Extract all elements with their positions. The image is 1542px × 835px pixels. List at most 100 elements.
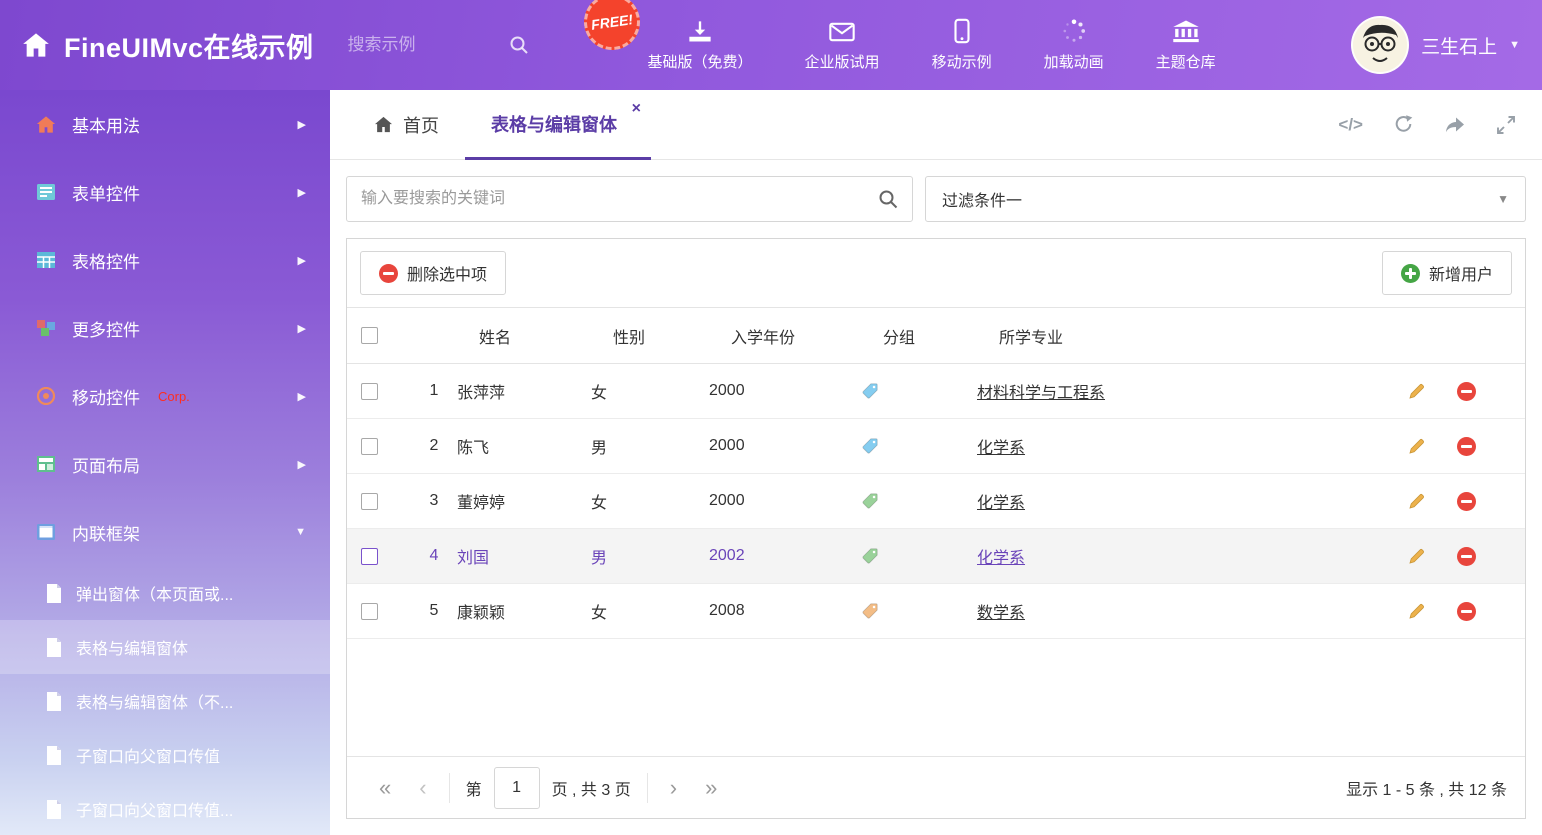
cell-name: 康颖颖 xyxy=(457,599,591,623)
nav-label: 加载动画 xyxy=(1044,51,1104,72)
delete-row-icon[interactable] xyxy=(1457,492,1511,511)
last-page-button[interactable]: » xyxy=(691,775,731,801)
delete-selected-button[interactable]: 删除选中项 xyxy=(360,251,506,295)
header-major: 所学专业 xyxy=(977,324,1407,348)
delete-row-icon[interactable] xyxy=(1457,437,1511,456)
nav-basic-free[interactable]: FREE! 基础版（免费） xyxy=(648,20,753,72)
keyword-search-input[interactable] xyxy=(346,176,913,222)
search-icon[interactable] xyxy=(877,188,899,210)
edit-pencil-icon[interactable] xyxy=(1407,601,1457,621)
prev-page-button[interactable]: ‹ xyxy=(405,775,440,801)
code-view-icon[interactable]: </> xyxy=(1338,115,1363,135)
free-badge[interactable]: FREE! xyxy=(580,0,643,54)
table-icon xyxy=(36,251,56,269)
sidebar-subitem-child-to-parent-2[interactable]: 子窗口向父窗口传值... xyxy=(0,782,330,835)
sidebar-subitem-child-to-parent[interactable]: 子窗口向父窗口传值 xyxy=(0,728,330,782)
edit-pencil-icon[interactable] xyxy=(1407,381,1457,401)
tab-label: 首页 xyxy=(403,112,439,138)
sidebar-subitem-label: 弹出窗体（本页面或... xyxy=(76,581,233,605)
nav-loading-animation[interactable]: 加载动画 xyxy=(1044,18,1104,72)
pagination-bar: « ‹ 第 页 , 共 3 页 › » 显示 1 - 5 条 , 共 12 条 xyxy=(347,756,1525,818)
add-user-button[interactable]: 新增用户 xyxy=(1382,251,1512,295)
sidebar-item-more-controls[interactable]: 更多控件 ▶ xyxy=(0,294,330,362)
first-page-button[interactable]: « xyxy=(365,775,405,801)
delete-row-icon[interactable] xyxy=(1457,602,1511,621)
nav-label: 主题仓库 xyxy=(1156,51,1216,72)
header-search-input[interactable] xyxy=(348,35,508,55)
cell-name: 陈飞 xyxy=(457,434,591,458)
add-button-label: 新增用户 xyxy=(1429,261,1493,285)
row-checkbox[interactable] xyxy=(361,548,378,565)
row-checkbox[interactable] xyxy=(361,438,378,455)
cell-gender: 男 xyxy=(591,544,709,568)
major-link[interactable]: 数学系 xyxy=(977,605,1025,622)
divider xyxy=(449,773,450,803)
row-checkbox[interactable] xyxy=(361,603,378,620)
sidebar-item-label: 内联框架 xyxy=(72,520,140,545)
share-forward-icon[interactable] xyxy=(1444,115,1466,135)
sidebar-item-iframe[interactable]: 内联框架 ▼ xyxy=(0,498,330,566)
sidebar-item-grid-controls[interactable]: 表格控件 ▶ xyxy=(0,226,330,294)
user-menu[interactable]: 三生石上 ▼ xyxy=(1351,16,1520,74)
edit-pencil-icon[interactable] xyxy=(1407,491,1457,511)
header-search xyxy=(348,34,553,56)
header-gender: 性别 xyxy=(591,324,709,348)
delete-row-icon[interactable] xyxy=(1457,382,1511,401)
filter-select[interactable]: 过滤条件一 ▼ xyxy=(925,176,1526,222)
brand[interactable]: FineUIMvc在线示例 xyxy=(22,26,314,65)
edit-pencil-icon[interactable] xyxy=(1407,546,1457,566)
delete-row-icon[interactable] xyxy=(1457,547,1511,566)
tab-grid-edit-window[interactable]: 表格与编辑窗体 × xyxy=(465,90,651,160)
chevron-right-icon: ▶ xyxy=(298,458,306,471)
cell-year: 2002 xyxy=(709,547,861,565)
refresh-icon[interactable] xyxy=(1393,114,1414,135)
sidebar-item-basic-usage[interactable]: 基本用法 ▶ xyxy=(0,90,330,158)
envelope-icon xyxy=(828,20,856,44)
app-title: FineUIMvc在线示例 xyxy=(64,26,314,65)
header-year: 入学年份 xyxy=(709,324,861,348)
nav-theme-repo[interactable]: 主题仓库 xyxy=(1156,20,1216,72)
mobile-icon xyxy=(953,18,971,44)
close-icon[interactable]: × xyxy=(632,100,641,118)
table-row-selected: 4 刘国 男 2002 化学系 xyxy=(347,529,1525,584)
fullscreen-icon[interactable] xyxy=(1496,115,1516,135)
sidebar-subitem-popup-window[interactable]: 弹出窗体（本页面或... xyxy=(0,566,330,620)
avatar[interactable] xyxy=(1351,16,1409,74)
major-link[interactable]: 化学系 xyxy=(977,495,1025,512)
sidebar-item-mobile-controls[interactable]: 移动控件 Corp. ▶ xyxy=(0,362,330,430)
tab-label: 表格与编辑窗体 xyxy=(491,111,617,137)
sidebar-subitem-grid-edit-window[interactable]: 表格与编辑窗体 xyxy=(0,620,330,674)
major-link[interactable]: 化学系 xyxy=(977,440,1025,457)
tab-actions: </> xyxy=(1312,90,1542,159)
nav-enterprise-trial[interactable]: 企业版试用 xyxy=(805,20,880,72)
row-checkbox[interactable] xyxy=(361,383,378,400)
row-index: 1 xyxy=(411,382,457,400)
bank-icon xyxy=(1172,20,1200,44)
search-icon[interactable] xyxy=(508,34,530,56)
nav-mobile-demo[interactable]: 移动示例 xyxy=(932,18,992,72)
sidebar-item-page-layout[interactable]: 页面布局 ▶ xyxy=(0,430,330,498)
delete-button-label: 删除选中项 xyxy=(407,261,487,285)
row-checkbox[interactable] xyxy=(361,493,378,510)
home-icon xyxy=(374,116,393,133)
table-header-row: 姓名 性别 入学年份 分组 所学专业 xyxy=(347,307,1525,364)
sidebar-item-label: 页面布局 xyxy=(72,452,140,477)
file-icon xyxy=(46,800,62,819)
edit-pencil-icon[interactable] xyxy=(1407,436,1457,456)
major-link[interactable]: 材料科学与工程系 xyxy=(977,385,1105,402)
sidebar-item-form-controls[interactable]: 表单控件 ▶ xyxy=(0,158,330,226)
file-icon xyxy=(46,584,62,603)
cell-gender: 女 xyxy=(591,599,709,623)
sidebar-item-label: 移动控件 xyxy=(72,384,140,409)
sidebar-subitem-grid-edit-window-2[interactable]: 表格与编辑窗体（不... xyxy=(0,674,330,728)
frame-icon xyxy=(36,523,56,541)
major-link[interactable]: 化学系 xyxy=(977,550,1025,567)
sidebar: 基本用法 ▶ 表单控件 ▶ 表格控件 ▶ 更多控件 ▶ 移动控件 Cor xyxy=(0,90,330,835)
page-number-input[interactable] xyxy=(494,767,540,809)
next-page-button[interactable]: › xyxy=(656,775,691,801)
tab-home[interactable]: 首页 xyxy=(348,90,465,159)
select-all-checkbox[interactable] xyxy=(361,327,378,344)
nav-label: 基础版（免费） xyxy=(648,51,753,72)
tag-icon xyxy=(861,547,977,565)
cell-year: 2008 xyxy=(709,602,861,620)
